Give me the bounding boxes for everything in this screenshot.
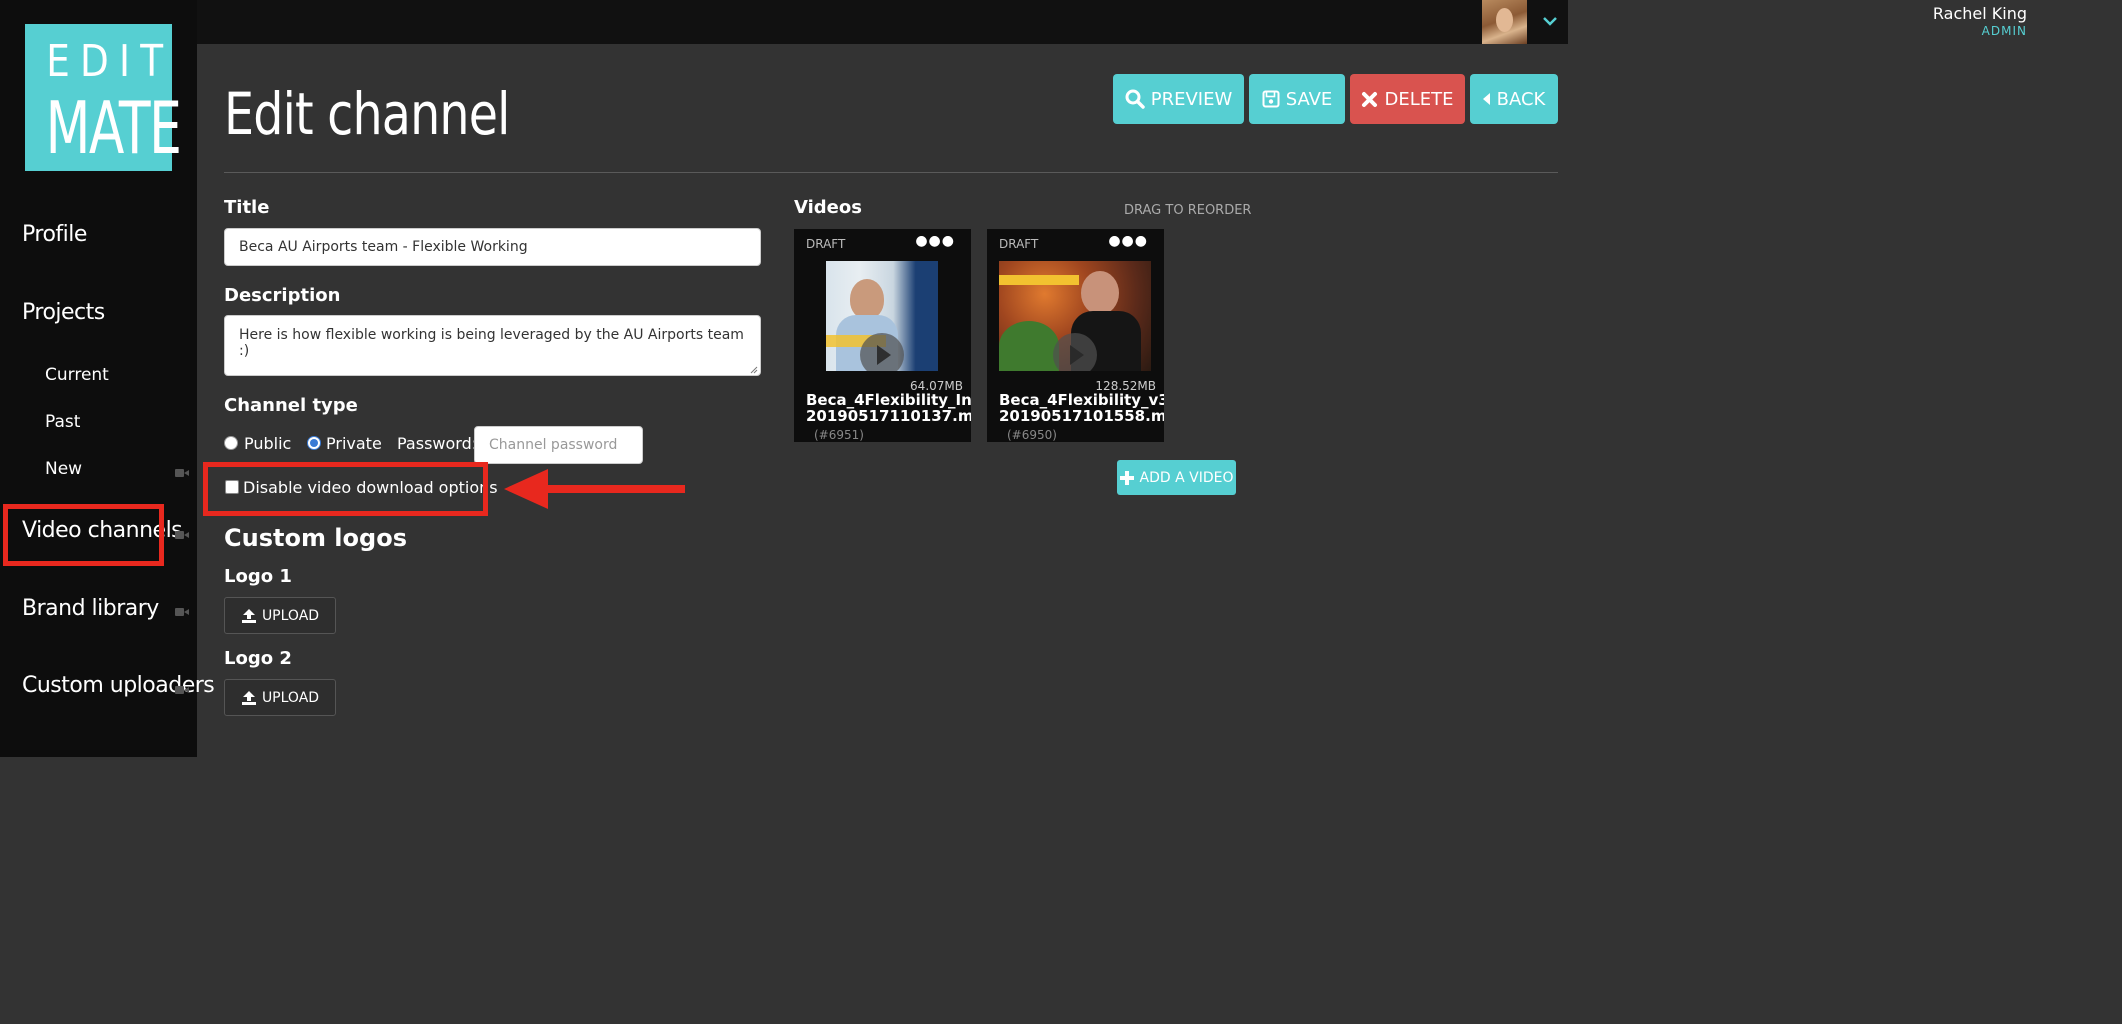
upload-icon bbox=[241, 690, 256, 705]
video-camera-icon bbox=[175, 468, 189, 478]
video-camera-icon bbox=[175, 607, 189, 617]
upload-icon bbox=[241, 608, 256, 623]
highlight-box-disable-download bbox=[203, 462, 488, 516]
play-icon[interactable] bbox=[1053, 333, 1097, 371]
close-icon bbox=[1362, 91, 1378, 107]
sidebar-item-profile[interactable]: Profile bbox=[22, 222, 87, 247]
user-role: ADMIN bbox=[1981, 24, 2027, 38]
video-filename: Beca_4Flexibility_Insta- 20190517110137.… bbox=[806, 392, 971, 424]
public-radio[interactable] bbox=[224, 436, 238, 450]
channel-type-label: Channel type bbox=[224, 395, 358, 416]
video-filename-line2: 20190517101558.mp4 bbox=[999, 407, 1164, 424]
file-size: 64.07MB bbox=[910, 379, 963, 393]
save-label: SAVE bbox=[1285, 88, 1333, 110]
search-icon bbox=[1125, 89, 1145, 109]
video-id: (#6951) bbox=[814, 428, 864, 442]
status-badge: DRAFT bbox=[999, 237, 1039, 251]
logo2-label: Logo 2 bbox=[224, 648, 292, 669]
avatar[interactable] bbox=[1482, 0, 1527, 44]
delete-label: DELETE bbox=[1384, 88, 1454, 110]
preview-button[interactable]: PREVIEW bbox=[1113, 74, 1244, 124]
back-button[interactable]: BACK bbox=[1470, 74, 1558, 124]
videos-heading: Videos bbox=[794, 197, 862, 218]
video-thumbnail[interactable] bbox=[999, 261, 1151, 371]
resize-handle-icon[interactable] bbox=[750, 366, 758, 374]
back-label: BACK bbox=[1496, 88, 1546, 110]
user-name[interactable]: Rachel King bbox=[1933, 4, 2027, 23]
logo-line1: EDIT bbox=[46, 36, 174, 87]
title-input[interactable]: Beca AU Airports team - Flexible Working bbox=[224, 228, 761, 266]
add-video-button[interactable]: ADD A VIDEO bbox=[1117, 460, 1236, 495]
header-divider bbox=[224, 172, 1558, 173]
play-icon[interactable] bbox=[860, 333, 904, 371]
delete-button[interactable]: DELETE bbox=[1350, 74, 1465, 124]
editmate-logo[interactable]: EDIT MATE bbox=[25, 24, 182, 171]
public-label[interactable]: Public bbox=[244, 434, 291, 453]
file-size: 128.52MB bbox=[1095, 379, 1156, 393]
status-badge: DRAFT bbox=[806, 237, 846, 251]
preview-label: PREVIEW bbox=[1150, 88, 1233, 110]
sidebar-item-current[interactable]: Current bbox=[45, 365, 109, 385]
title-label: Title bbox=[224, 197, 270, 218]
page-title: Edit channel bbox=[224, 80, 510, 148]
sidebar-item-brand-library[interactable]: Brand library bbox=[22, 596, 159, 621]
video-filename-line2: 20190517110137.mp4 bbox=[806, 407, 971, 424]
video-filename-line1: Beca_4Flexibility_v3- bbox=[999, 392, 1164, 409]
highlight-box-video-channels bbox=[3, 504, 164, 566]
annotation-arrow-icon bbox=[504, 469, 685, 509]
video-camera-icon bbox=[175, 685, 189, 695]
video-card[interactable]: DRAFT ●●● 128.52MB Beca_4Flexibility_v3-… bbox=[987, 229, 1164, 442]
plus-icon bbox=[1119, 470, 1134, 485]
description-label: Description bbox=[224, 285, 341, 306]
floppy-disk-icon bbox=[1262, 90, 1280, 108]
video-thumbnail[interactable] bbox=[826, 261, 938, 371]
save-button[interactable]: SAVE bbox=[1249, 74, 1345, 124]
chevron-down-icon[interactable] bbox=[1541, 12, 1559, 30]
video-filename: Beca_4Flexibility_v3- 20190517101558.mp4 bbox=[999, 392, 1164, 424]
password-input[interactable]: Channel password bbox=[474, 426, 643, 464]
password-label: Password: bbox=[397, 434, 478, 453]
upload-label: UPLOAD bbox=[261, 607, 320, 624]
video-camera-icon bbox=[175, 530, 189, 540]
add-video-label: ADD A VIDEO bbox=[1139, 469, 1234, 486]
sidebar-item-past[interactable]: Past bbox=[45, 412, 80, 432]
sidebar-item-new[interactable]: New bbox=[45, 459, 82, 479]
video-card[interactable]: DRAFT ●●● 64.07MB Beca_4Flexibility_Inst… bbox=[794, 229, 971, 442]
drag-to-reorder-hint: DRAG TO REORDER bbox=[1124, 203, 1252, 218]
top-bar bbox=[0, 0, 1568, 44]
caret-left-icon bbox=[1482, 93, 1490, 105]
logo-line2: MATE bbox=[45, 86, 182, 170]
logo1-upload-button[interactable]: UPLOAD bbox=[224, 597, 336, 634]
more-options-icon[interactable]: ●●● bbox=[1108, 233, 1148, 249]
video-filename-line1: Beca_4Flexibility_Insta- bbox=[806, 392, 971, 409]
logo1-label: Logo 1 bbox=[224, 566, 292, 587]
sidebar-item-projects[interactable]: Projects bbox=[22, 300, 105, 325]
custom-logos-heading: Custom logos bbox=[224, 524, 407, 552]
private-radio[interactable] bbox=[307, 436, 321, 450]
private-label[interactable]: Private bbox=[326, 434, 382, 453]
upload-label: UPLOAD bbox=[261, 689, 320, 706]
more-options-icon[interactable]: ●●● bbox=[915, 233, 955, 249]
video-id: (#6950) bbox=[1007, 428, 1057, 442]
description-textarea[interactable]: Here is how flexible working is being le… bbox=[224, 315, 761, 376]
logo2-upload-button[interactable]: UPLOAD bbox=[224, 679, 336, 716]
